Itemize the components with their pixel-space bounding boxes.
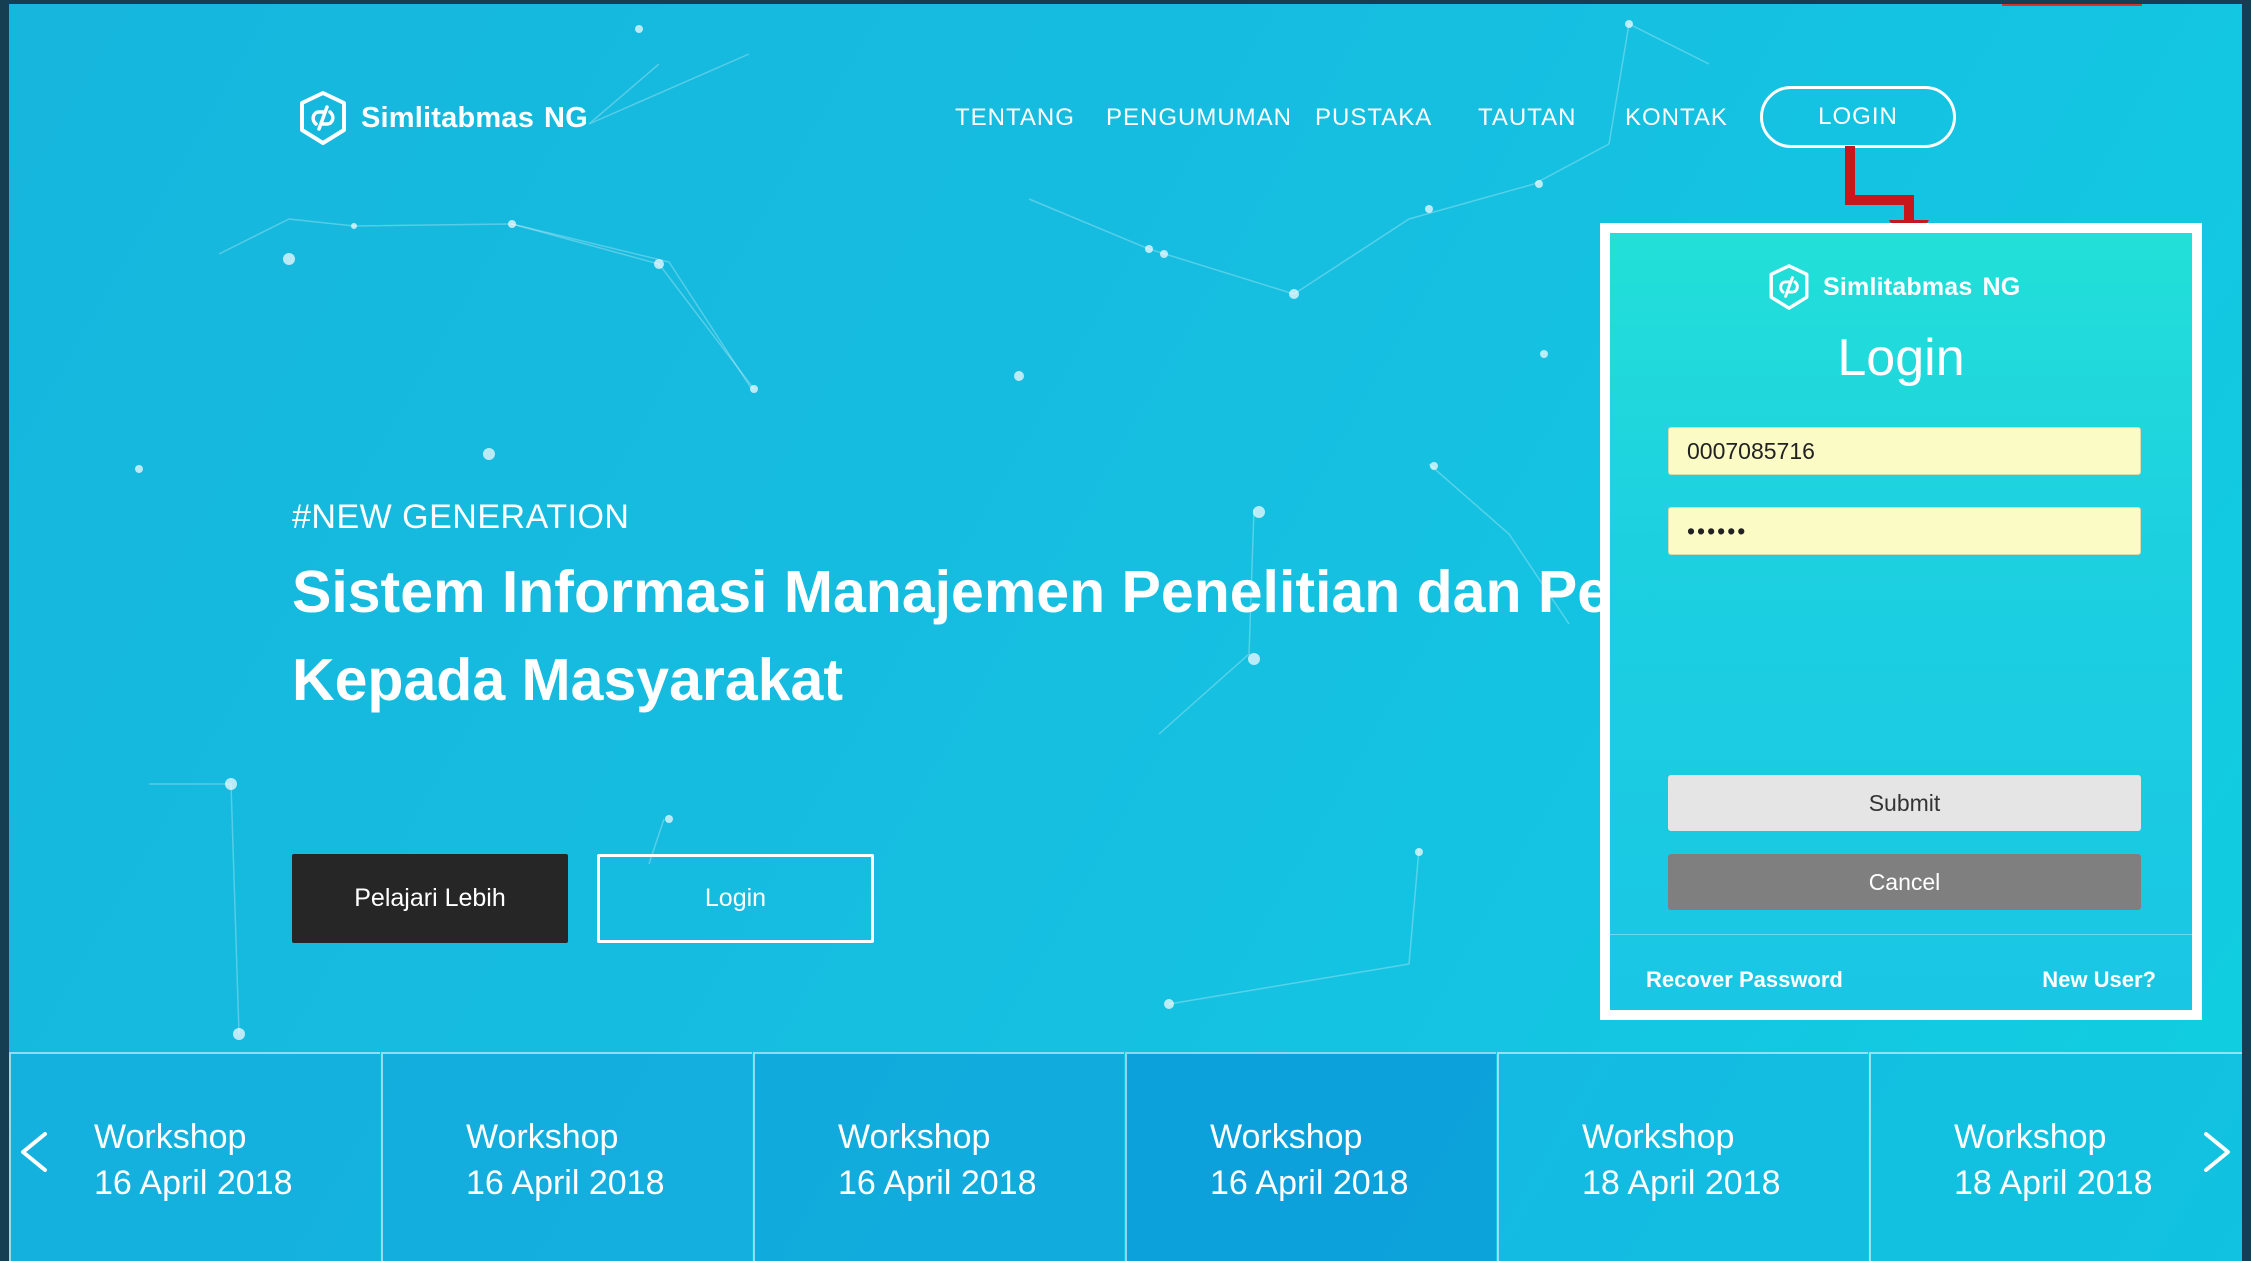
new-user-link[interactable]: New User? (2042, 967, 2156, 993)
nav-item-pustaka[interactable]: PUSTAKA (1315, 104, 1432, 132)
event-card[interactable]: Workshop 16 April 2018 (9, 1052, 380, 1261)
brand-name: Simlitabmas (361, 101, 535, 134)
event-card[interactable]: Workshop 16 April 2018 (381, 1052, 752, 1261)
modal-brand-name: Simlitabmas (1823, 272, 1973, 301)
cancel-button[interactable]: Cancel (1668, 854, 2141, 910)
event-title: Workshop (1210, 1118, 1363, 1156)
modal-brand-suffix: NG (1982, 272, 2021, 301)
login-title: Login (1837, 329, 1965, 387)
event-carousel: Workshop 16 April 2018 Workshop 16 April 2… (9, 1052, 2242, 1261)
shield-link-icon (1769, 264, 1809, 310)
modal-logo: Simlitabmas NG (1767, 263, 2020, 311)
nav-item-tautan[interactable]: TAUTAN (1478, 104, 1576, 132)
event-title: Workshop (1582, 1118, 1735, 1156)
hero-title-line-2: Kepada Masyarakat (292, 647, 843, 713)
event-date: 16 April 2018 (466, 1164, 665, 1202)
event-title: Workshop (1954, 1118, 2107, 1156)
chevron-right-icon[interactable] (2198, 1122, 2238, 1182)
submit-button[interactable]: Submit (1668, 775, 2141, 831)
nav-login-button[interactable]: LOGIN (1760, 86, 1956, 148)
event-date: 16 April 2018 (1210, 1164, 1409, 1202)
page-frame: Simlitabmas NG TENTANG PENGUMUMAN PUSTAK… (9, 4, 2242, 1261)
hero-login-button[interactable]: Login (597, 854, 874, 943)
login-modal-body: Simlitabmas NG Login 0007085716 •••••• S… (1610, 233, 2192, 1010)
learn-more-button[interactable]: Pelajari Lebih (292, 854, 568, 943)
event-title: Workshop (94, 1118, 247, 1156)
hero-title-line-1: Sistem Informasi Manajemen Penelitian da… (292, 559, 1612, 625)
event-card[interactable]: Workshop 16 April 2018 (753, 1052, 1124, 1261)
nav-item-tentang[interactable]: TENTANG (955, 104, 1075, 132)
event-date: 18 April 2018 (1954, 1164, 2153, 1202)
username-input[interactable]: 0007085716 (1668, 427, 2141, 475)
event-title: Workshop (838, 1118, 991, 1156)
event-card[interactable]: Workshop 16 April 2018 (1125, 1052, 1496, 1261)
shield-link-icon (300, 91, 346, 145)
brand-suffix: NG (544, 101, 588, 134)
header-logo[interactable]: Simlitabmas NG (297, 90, 588, 146)
event-card[interactable]: Workshop 18 April 2018 (1869, 1052, 2242, 1261)
modal-divider (1610, 934, 2192, 935)
nav-item-pengumuman[interactable]: PENGUMUMAN (1106, 104, 1292, 132)
event-title: Workshop (466, 1118, 619, 1156)
chevron-left-icon[interactable] (13, 1122, 53, 1182)
event-date: 16 April 2018 (838, 1164, 1037, 1202)
event-card[interactable]: Workshop 18 April 2018 (1497, 1052, 1868, 1261)
login-modal: Simlitabmas NG Login 0007085716 •••••• S… (1600, 223, 2202, 1020)
nav-item-kontak[interactable]: KONTAK (1625, 104, 1728, 132)
hero-tagline: #NEW GENERATION (292, 498, 630, 536)
event-date: 16 April 2018 (94, 1164, 293, 1202)
password-input[interactable]: •••••• (1668, 507, 2141, 555)
recover-password-link[interactable]: Recover Password (1646, 967, 1843, 993)
hero-title: Sistem Informasi Manajemen Penelitian da… (292, 548, 1612, 728)
event-date: 18 April 2018 (1582, 1164, 1781, 1202)
